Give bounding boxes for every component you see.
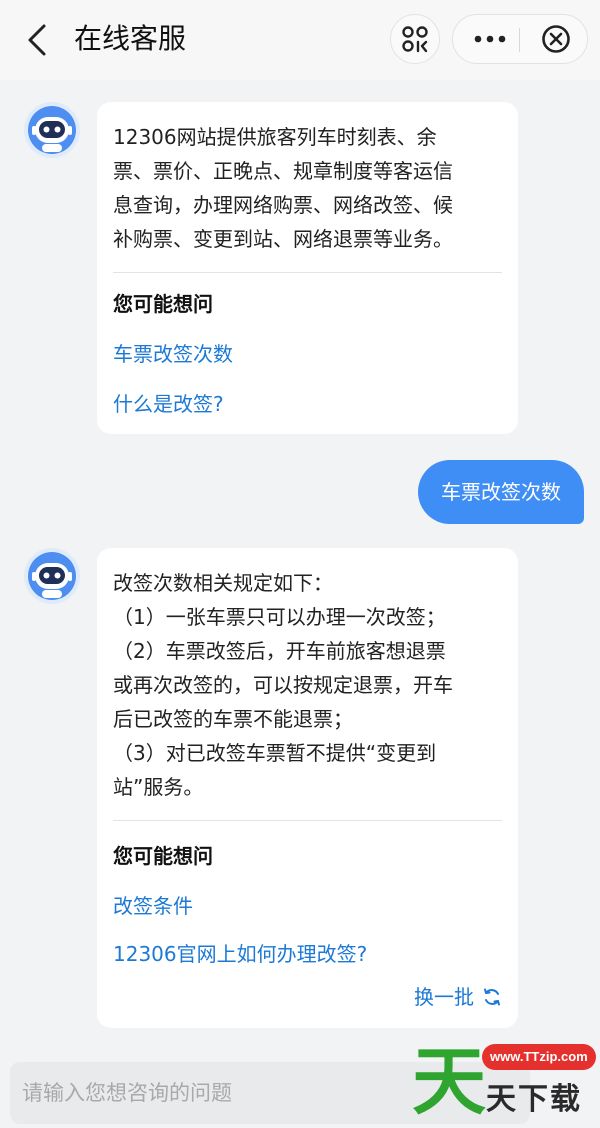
user-message-bubble: 车票改签次数 <box>418 460 584 524</box>
bot-message-card: 改签次数相关规定如下： （1）一张车票只可以办理一次改签； （2）车票改签后，开… <box>97 548 518 1028</box>
page-title: 在线客服 <box>74 22 187 55</box>
bot-message-text: 改签次数相关规定如下： （1）一张车票只可以办理一次改签； （2）车票改签后，开… <box>113 571 453 799</box>
close-circle-icon <box>542 25 570 53</box>
more-button[interactable] <box>467 15 513 63</box>
bot-avatar <box>24 548 80 604</box>
suggestion-link[interactable]: 什么是改签? <box>113 389 502 419</box>
suggestion-link[interactable]: 改签条件 <box>113 891 502 921</box>
back-arrow-icon <box>28 24 46 56</box>
refresh-icon <box>484 988 500 1006</box>
scan-button[interactable] <box>390 14 440 64</box>
divider <box>113 272 502 273</box>
back-button[interactable] <box>20 20 54 60</box>
robot-avatar-icon <box>24 102 80 158</box>
refresh-label: 换一批 <box>414 985 474 1009</box>
more-icon <box>474 35 506 43</box>
watermark-url: www.TTzip.com <box>482 1044 596 1070</box>
scan-icon <box>402 26 428 53</box>
suggestion-link[interactable]: 车票改签次数 <box>113 339 502 369</box>
suggestion-link[interactable]: 12306官网上如何办理改签? <box>113 939 502 969</box>
suggestion-title: 您可能想问 <box>113 292 213 316</box>
bot-avatar <box>24 102 80 158</box>
suggestion-title: 您可能想问 <box>113 844 213 868</box>
top-bar: 在线客服 <box>0 0 600 80</box>
capsule-divider <box>519 28 520 52</box>
watermark-logo: 天 www.TTzip.com 天下载 <box>412 1036 598 1128</box>
watermark-text: 天下载 <box>486 1082 582 1117</box>
bot-message-text: 12306网站提供旅客列车时刻表、余 票、票价、正晚点、规章制度等客运信 息查询… <box>113 125 453 251</box>
robot-avatar-icon <box>24 548 80 604</box>
close-button[interactable] <box>533 15 579 63</box>
divider <box>113 820 502 821</box>
watermark-logo-char: 天 <box>412 1039 486 1125</box>
bot-message-card: 12306网站提供旅客列车时刻表、余 票、票价、正晚点、规章制度等客运信 息查询… <box>97 102 518 434</box>
mini-program-capsule <box>452 14 588 64</box>
refresh-suggestions-button[interactable]: 换一批 <box>414 982 502 1012</box>
